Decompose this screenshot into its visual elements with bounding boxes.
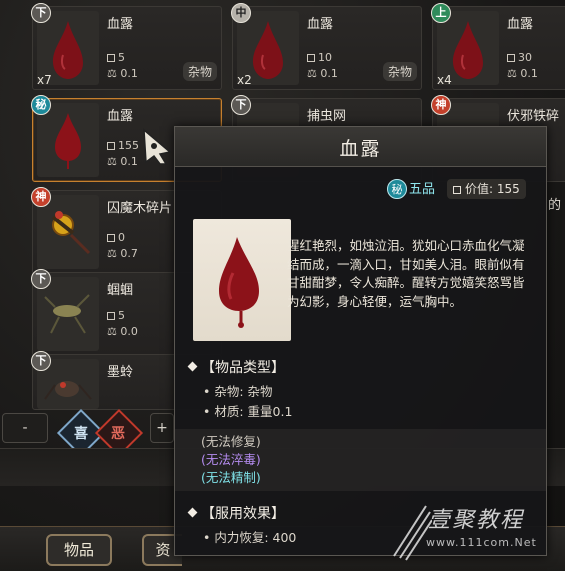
watermark-url: www.111com.Net xyxy=(426,536,537,549)
item-description: 猩红艳烈，如烛泣泪。犹如心口赤血化气凝结而成，一滴入口，甘如美人泪。眼前似有甘甜… xyxy=(287,238,525,309)
item-thumbnail xyxy=(37,195,99,269)
coin-icon xyxy=(307,54,315,62)
grasshopper-icon xyxy=(44,294,90,334)
item-name: 血露 xyxy=(107,109,134,124)
item-value: 155 xyxy=(107,139,139,152)
weight-icon: ⚖ xyxy=(107,325,117,338)
pen-logo-icon xyxy=(393,505,432,561)
rarity-badge: 秘 xyxy=(387,179,407,199)
effect-line: • 内力恢复: 400 xyxy=(203,530,297,545)
tab-items[interactable]: 物品 xyxy=(46,534,112,566)
watermark-text: 壹聚教程 xyxy=(428,508,525,533)
tier-badge: 中 xyxy=(231,3,251,23)
tier-badge: 神 xyxy=(431,95,451,115)
item-name: 伏邪铁碎 xyxy=(507,109,560,124)
rarity-tag: 秘五品 xyxy=(387,179,435,199)
tooltip-title: 血露 xyxy=(339,138,382,160)
item-name: 蝈蝈 xyxy=(107,283,134,298)
coin-icon xyxy=(453,186,461,194)
truncated-text: 的 xyxy=(548,198,562,213)
dislike-label: 恶 xyxy=(111,426,125,442)
item-thumbnail xyxy=(37,277,99,351)
coin-icon xyxy=(507,54,515,62)
item-card[interactable]: 下 x7 血露 5 ⚖ 0.1 杂物 xyxy=(31,3,222,90)
weight-icon: ⚖ xyxy=(107,155,117,168)
item-card[interactable]: 中 x2 血露 10 ⚖ 0.1 杂物 xyxy=(231,3,422,90)
tier-badge: 下 xyxy=(31,3,51,23)
tier-badge: 上 xyxy=(431,3,451,23)
item-quantity: x2 xyxy=(237,73,252,87)
item-weight: ⚖ 0.1 xyxy=(307,67,338,80)
like-label: 喜 xyxy=(74,426,88,442)
coin-icon xyxy=(107,312,115,320)
tooltip-header: 血露 xyxy=(175,127,546,167)
flag-no-repair: (无法修复) xyxy=(201,434,261,449)
item-weight: ⚖ 0.7 xyxy=(107,247,138,260)
item-value: 30 xyxy=(507,51,532,64)
diamond-bullet-icon xyxy=(187,361,198,372)
blood-drop-icon xyxy=(55,113,81,169)
item-name: 捕虫网 xyxy=(307,109,347,124)
item-name: 墨蛉 xyxy=(107,365,134,380)
tier-badge: 秘 xyxy=(31,95,51,115)
item-weight: ⚖ 0.0 xyxy=(107,325,138,338)
item-quantity: x7 xyxy=(37,73,52,87)
material-line: • 材质: 重量0.1 xyxy=(203,404,293,419)
relic-icon xyxy=(51,211,91,255)
cursor-icon xyxy=(143,128,172,165)
item-category: 杂物 xyxy=(382,62,417,81)
coin-icon xyxy=(107,234,115,242)
item-illustration xyxy=(193,219,291,341)
blood-drop-icon xyxy=(219,237,259,328)
diamond-bullet-icon xyxy=(187,507,198,518)
tier-badge: 神 xyxy=(31,187,51,207)
coin-icon xyxy=(107,54,115,62)
rarity-text: 五品 xyxy=(409,182,436,197)
item-value: 5 xyxy=(107,309,125,322)
increase-button[interactable]: + xyxy=(150,413,174,443)
tier-badge: 下 xyxy=(31,269,51,289)
watermark: 壹聚教程 www.111com.Net xyxy=(388,502,563,568)
item-name: 囚魔木碎片 xyxy=(107,201,173,216)
item-name: 血露 xyxy=(507,17,534,32)
item-category: 杂物 xyxy=(182,62,217,81)
section-item-type: 【物品类型】 xyxy=(187,357,285,377)
value-tag: 价值: 155 xyxy=(447,179,526,199)
flag-no-refine: (无法精制) xyxy=(201,470,261,485)
item-value: 0 xyxy=(107,231,125,244)
decrease-button[interactable]: - xyxy=(2,413,48,443)
item-thumbnail xyxy=(37,103,99,177)
item-weight: ⚖ 0.1 xyxy=(107,155,138,168)
tier-badge: 下 xyxy=(231,95,251,115)
weight-icon: ⚖ xyxy=(507,67,517,80)
tier-badge: 下 xyxy=(31,351,51,371)
item-value: 10 xyxy=(307,51,332,64)
section-consume-effect: 【服用效果】 xyxy=(187,503,285,523)
weight-icon: ⚖ xyxy=(107,67,117,80)
item-weight: ⚖ 0.1 xyxy=(107,67,138,80)
flag-no-quench: (无法淬毒) xyxy=(201,452,261,467)
item-quantity: x4 xyxy=(437,73,452,87)
type-line: • 杂物: 杂物 xyxy=(203,384,273,399)
weight-icon: ⚖ xyxy=(307,67,317,80)
item-name: 血露 xyxy=(307,17,334,32)
item-card[interactable]: 上 x4 血露 30 ⚖ 0.1 xyxy=(431,3,565,90)
item-tooltip: 血露 秘五品 价值: 155 猩红艳烈，如烛泣泪。犹如心口赤血化气凝结而成，一滴… xyxy=(174,126,547,556)
weight-icon: ⚖ xyxy=(107,247,117,260)
coin-icon xyxy=(107,142,115,150)
item-name: 血露 xyxy=(107,17,134,32)
item-value: 5 xyxy=(107,51,125,64)
item-weight: ⚖ 0.1 xyxy=(507,67,538,80)
